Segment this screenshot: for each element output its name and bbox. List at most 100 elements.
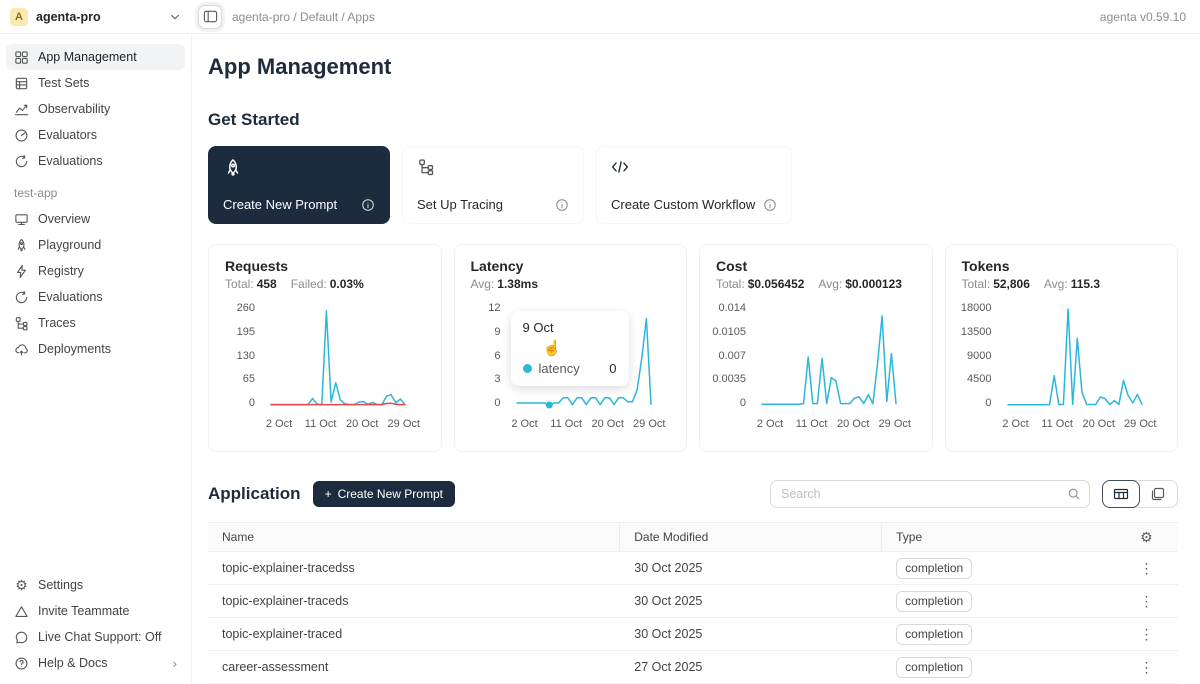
row-menu-button[interactable]: ⋮ — [1133, 559, 1159, 577]
stat-label: Total: — [225, 277, 254, 291]
app-date-modified: 27 Oct 2025 — [620, 660, 882, 674]
y-axis-labels: 129630 — [471, 303, 509, 409]
cursor-hand-icon: ☝ — [543, 339, 562, 357]
tooltip-date: 9 Oct — [523, 320, 617, 335]
chart-title: Requests — [225, 258, 425, 274]
page-title: App Management — [208, 54, 1178, 80]
requests-chart-card: Requests Total:458 Failed:0.03% 26019513… — [208, 244, 442, 452]
table-view-icon — [1113, 486, 1129, 502]
chat-icon — [14, 630, 29, 645]
search-icon[interactable] — [1067, 487, 1081, 501]
set-up-tracing-card[interactable]: Set Up Tracing — [402, 146, 584, 224]
stat-label: Total: — [716, 277, 745, 291]
sidebar-item-evaluations[interactable]: Evaluations — [6, 148, 185, 174]
requests-plot[interactable] — [263, 303, 413, 414]
tooltip-value: 0 — [609, 361, 616, 376]
view-toggle — [1102, 480, 1178, 508]
workspace-avatar: A — [10, 8, 28, 26]
stat-value: 458 — [257, 277, 277, 291]
get-started-title: Get Started — [208, 110, 1178, 130]
sidebar-item-test-sets[interactable]: Test Sets — [6, 70, 185, 96]
button-label: Create New Prompt — [338, 487, 443, 501]
table-row[interactable]: topic-explainer-traceds 30 Oct 2025 comp… — [208, 585, 1178, 618]
column-header-type[interactable]: Type — [882, 523, 1115, 551]
rocket-icon — [14, 238, 29, 253]
plus-icon: + — [325, 487, 332, 501]
table-view-button[interactable] — [1102, 480, 1140, 508]
workspace-selector[interactable]: A agenta-pro — [0, 0, 192, 33]
search-input[interactable] — [781, 487, 1067, 501]
sidebar-item-playground[interactable]: Playground — [6, 232, 185, 258]
sidebar-item-label: Evaluations — [38, 154, 103, 168]
search-box — [770, 480, 1090, 508]
monitor-icon — [14, 212, 29, 227]
code-icon — [611, 158, 629, 176]
sidebar-item-help-docs[interactable]: Help & Docs › — [6, 650, 185, 676]
sidebar-item-live-chat[interactable]: Live Chat Support: Off — [6, 624, 185, 650]
help-icon — [14, 656, 29, 671]
table-settings-gear-icon[interactable]: ⚙ — [1139, 530, 1154, 544]
lightning-icon — [14, 264, 29, 279]
sidebar-toggle-icon — [203, 9, 218, 24]
tree-icon — [417, 158, 435, 176]
sidebar-item-overview[interactable]: Overview — [6, 206, 185, 232]
sidebar-item-label: App Management — [38, 50, 137, 64]
row-menu-button[interactable]: ⋮ — [1133, 658, 1159, 676]
card-label: Create New Prompt — [223, 197, 337, 212]
x-axis-labels: 2 Oct11 Oct20 Oct29 Oct — [1008, 418, 1162, 432]
gauge-icon — [14, 128, 29, 143]
create-custom-workflow-card[interactable]: Create Custom Workflow — [596, 146, 792, 224]
app-date-modified: 30 Oct 2025 — [620, 627, 882, 641]
cost-chart-card: Cost Total:$0.056452 Avg:$0.000123 0.014… — [699, 244, 933, 452]
row-menu-button[interactable]: ⋮ — [1133, 592, 1159, 610]
type-badge: completion — [896, 558, 972, 579]
sidebar-section-test-app: test-app — [14, 186, 177, 200]
sidebar-item-observability[interactable]: Observability — [6, 96, 185, 122]
info-icon[interactable] — [555, 198, 569, 212]
card-view-button[interactable] — [1139, 481, 1177, 507]
sidebar-item-app-management[interactable]: App Management — [6, 44, 185, 70]
sidebar-item-label: Evaluators — [38, 128, 97, 142]
chevron-down-icon — [168, 10, 182, 24]
sidebar-item-settings[interactable]: ⚙ Settings — [6, 572, 185, 598]
card-view-icon — [1150, 486, 1166, 502]
y-axis-labels: 0.0140.01050.0070.00350 — [716, 303, 754, 409]
metrics-charts: Requests Total:458 Failed:0.03% 26019513… — [208, 244, 1178, 452]
main-content: App Management Get Started Create New Pr… — [192, 34, 1200, 684]
x-axis-labels: 2 Oct11 Oct20 Oct29 Oct — [271, 418, 425, 432]
table-row[interactable]: career-assessment 27 Oct 2025 completion… — [208, 651, 1178, 684]
sidebar-toggle-button[interactable] — [198, 5, 222, 29]
table-row[interactable]: topic-explainer-tracedss 30 Oct 2025 com… — [208, 552, 1178, 585]
x-axis-labels: 2 Oct11 Oct20 Oct29 Oct — [762, 418, 916, 432]
chart-tooltip: 9 Oct ☝ latency 0 — [511, 311, 629, 386]
row-menu-button[interactable]: ⋮ — [1133, 625, 1159, 643]
sidebar-item-label: Evaluations — [38, 290, 103, 304]
column-header-name[interactable]: Name — [208, 523, 620, 551]
tokens-chart-card: Tokens Total:52,806 Avg:115.3 1800013500… — [945, 244, 1179, 452]
cost-plot[interactable] — [754, 303, 904, 414]
tooltip-series-name: latency — [539, 361, 580, 376]
info-icon[interactable] — [763, 198, 777, 212]
create-new-prompt-card[interactable]: Create New Prompt — [208, 146, 390, 224]
sidebar-item-invite-teammate[interactable]: Invite Teammate — [6, 598, 185, 624]
y-axis-labels: 1800013500900045000 — [962, 303, 1000, 409]
sidebar-item-evaluators[interactable]: Evaluators — [6, 122, 185, 148]
workspace-name: agenta-pro — [36, 10, 160, 24]
column-header-date-modified[interactable]: Date Modified — [620, 523, 882, 551]
sidebar-item-label: Help & Docs — [38, 656, 107, 670]
type-badge: completion — [896, 657, 972, 678]
create-new-prompt-button[interactable]: + Create New Prompt — [313, 481, 455, 507]
app-date-modified: 30 Oct 2025 — [620, 561, 882, 575]
table-row[interactable]: topic-explainer-traced 30 Oct 2025 compl… — [208, 618, 1178, 651]
app-name: career-assessment — [208, 660, 620, 674]
stat-value: 115.3 — [1071, 277, 1100, 291]
chart-title: Latency — [471, 258, 671, 274]
type-badge: completion — [896, 591, 972, 612]
tokens-plot[interactable] — [1000, 303, 1150, 414]
sidebar-item-registry[interactable]: Registry — [6, 258, 185, 284]
sidebar-item-app-evaluations[interactable]: Evaluations — [6, 284, 185, 310]
sidebar-item-traces[interactable]: Traces — [6, 310, 185, 336]
sidebar-item-deployments[interactable]: Deployments — [6, 336, 185, 362]
info-icon[interactable] — [361, 198, 375, 212]
stat-label: Avg: — [1044, 277, 1068, 291]
